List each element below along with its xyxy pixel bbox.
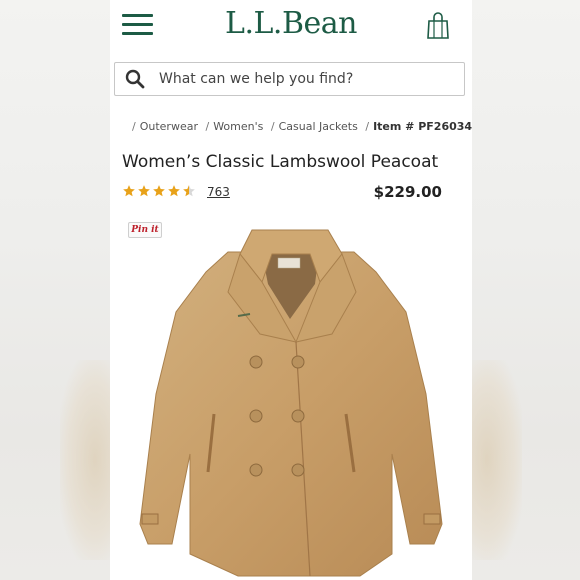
item-number: Item # PF260344 [373,120,472,133]
search-input[interactable]: What can we help you find? [114,62,465,96]
review-count-link[interactable]: 763 [207,185,230,199]
star-icon [123,185,135,197]
breadcrumb-item-casual-jackets[interactable]: Casual Jackets [279,120,358,133]
star-icon [183,185,195,197]
product-title: Women’s Classic Lambswool Peacoat [122,152,439,172]
shopping-bag-icon[interactable] [426,12,450,40]
left-blur-panel [0,0,130,580]
site-header: L.L.Bean [110,0,472,56]
search-icon [125,69,145,89]
product-image[interactable] [110,224,472,580]
right-blur-panel [452,0,580,580]
star-icon [168,185,180,197]
search-placeholder: What can we help you find? [159,71,354,87]
star-rating[interactable] [122,184,197,198]
product-price: $229.00 [373,183,442,201]
star-icon [153,185,165,197]
rating-row: 763 $229.00 [122,183,442,204]
pin-it-button[interactable]: Pin it [128,222,162,238]
breadcrumb: / Outerwear / Women's / Casual Jackets / Ite… [128,120,472,133]
breadcrumb-item-outerwear[interactable]: Outerwear [140,120,198,133]
star-icon [138,185,150,197]
logo[interactable]: L.L.Bean [110,6,472,41]
breadcrumb-item-womens[interactable]: Women's [213,120,263,133]
product-page: L.L.Bean What can we help you find? / Out… [110,0,472,580]
